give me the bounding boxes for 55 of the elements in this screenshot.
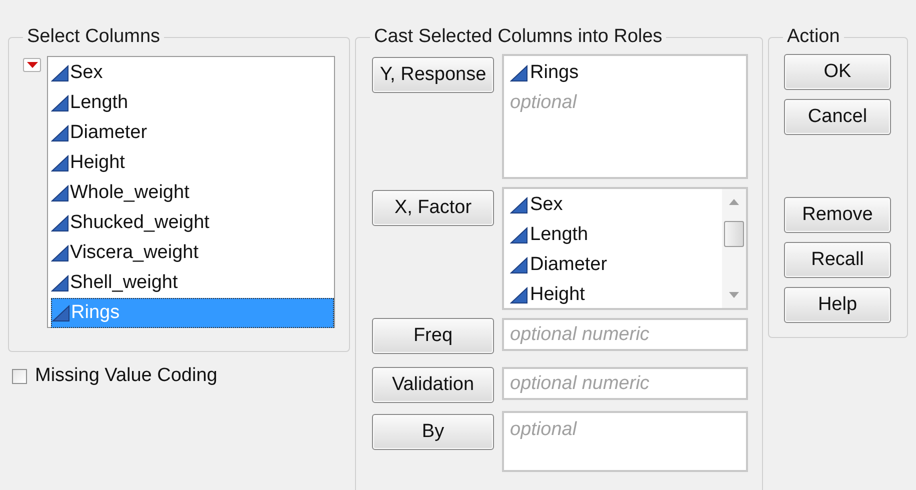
role-item[interactable]: Rings [510,58,740,88]
column-item[interactable]: Shucked_weight [51,208,334,238]
role-field[interactable]: optional numeric [502,318,748,351]
triangle-icon [51,274,69,292]
checkbox[interactable] [12,368,27,384]
triangle-icon [51,214,69,232]
triangle-icon [510,256,528,274]
group-title: Select Columns [26,26,162,48]
role-button[interactable]: By [372,414,494,450]
scroll-down-icon[interactable] [729,292,739,298]
placeholder-text: optional [510,418,578,442]
action-button[interactable]: Cancel [784,99,891,135]
role-list[interactable]: Rings optional [502,54,748,179]
triangle-icon [510,286,528,304]
role-item[interactable]: Height [510,280,716,310]
caret-icon [26,62,38,68]
column-item[interactable]: Height [51,148,334,178]
role-button[interactable]: Validation [372,367,494,403]
action-button[interactable]: OK [784,54,891,90]
group-title: Action [786,26,841,48]
column-list[interactable]: Sex Length Diameter Height Whole_weight Shucked_weight Viscera_weight Shell_weight Rings [47,56,335,328]
column-item[interactable]: Shell_weight [51,268,334,298]
role-item[interactable]: Diameter [510,250,716,280]
triangle-icon [51,184,69,202]
role-item[interactable]: Length [510,220,716,250]
column-item[interactable]: Diameter [51,118,334,148]
missing-value-checkbox[interactable]: Missing Value Coding [12,362,350,390]
scrollbar[interactable] [722,189,746,308]
triangle-icon [510,64,528,82]
triangle-icon [51,124,69,142]
role-field[interactable]: optional numeric [502,367,748,400]
action-button[interactable]: Recall [784,242,891,278]
role-button[interactable]: Y, Response [372,57,494,93]
triangle-icon [52,304,70,322]
action-button[interactable]: Help [784,287,891,323]
role-item[interactable]: Sex [510,190,716,220]
role-list[interactable]: Sex Length Diameter Height [502,187,748,310]
group-title: Cast Selected Columns into Roles [373,26,664,48]
triangle-icon [510,196,528,214]
triangle-icon [51,94,69,112]
triangle-icon [51,64,69,82]
triangle-icon [51,154,69,172]
column-item[interactable]: Sex [51,58,334,88]
column-item[interactable]: Whole_weight [51,178,334,208]
placeholder-text: optional [510,91,578,115]
role-button[interactable]: X, Factor [372,190,494,226]
column-item[interactable]: Length [51,88,334,118]
menu-button[interactable] [23,58,41,72]
triangle-icon [51,244,69,262]
role-button[interactable]: Freq [372,318,494,354]
action-button[interactable]: Remove [784,197,891,233]
scroll-up-icon[interactable] [729,199,739,205]
column-item[interactable]: Viscera_weight [51,238,334,268]
triangle-icon [510,226,528,244]
scroll-thumb[interactable] [724,221,744,247]
